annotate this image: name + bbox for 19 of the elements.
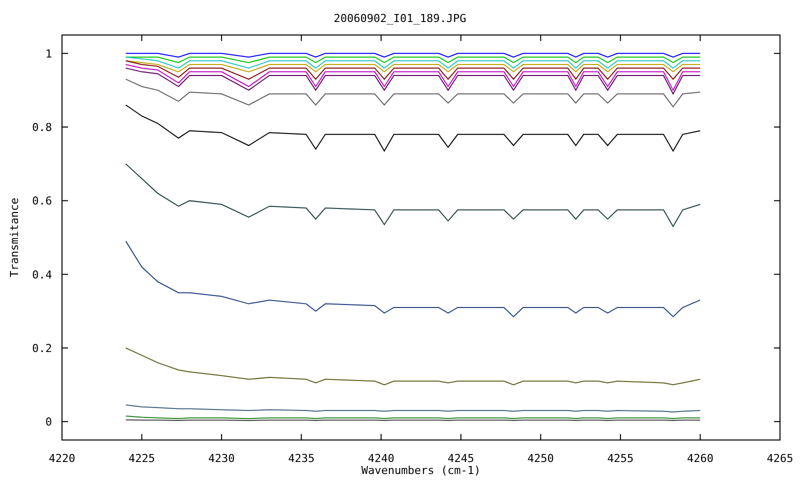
tick-label: 4260 — [686, 452, 714, 465]
tick-label: 4235 — [288, 452, 315, 465]
tick-label: 4255 — [607, 452, 634, 465]
tick-label: 4245 — [448, 452, 474, 465]
tick-label: 4225 — [128, 452, 156, 465]
tick-label: 4250 — [527, 452, 554, 465]
y-axis-label: Transmitance — [8, 198, 21, 278]
tick-label: 0.8 — [32, 121, 52, 134]
tick-label: 4240 — [368, 452, 394, 465]
x-axis-label: Wavenumbers (cm-1) — [361, 464, 481, 477]
tick-label: 4230 — [208, 452, 235, 465]
tick-label: 0 — [45, 416, 52, 429]
tick-label: 0.2 — [32, 342, 52, 355]
tick-label: 4265 — [766, 452, 794, 465]
tick-label: 0.6 — [32, 194, 52, 208]
tick-label: 0.4 — [32, 268, 52, 282]
tick-label: 4220 — [48, 452, 76, 465]
tick-label: 1 — [45, 47, 52, 60]
chart-title: 20060902_I01_189.JPG — [334, 12, 466, 25]
